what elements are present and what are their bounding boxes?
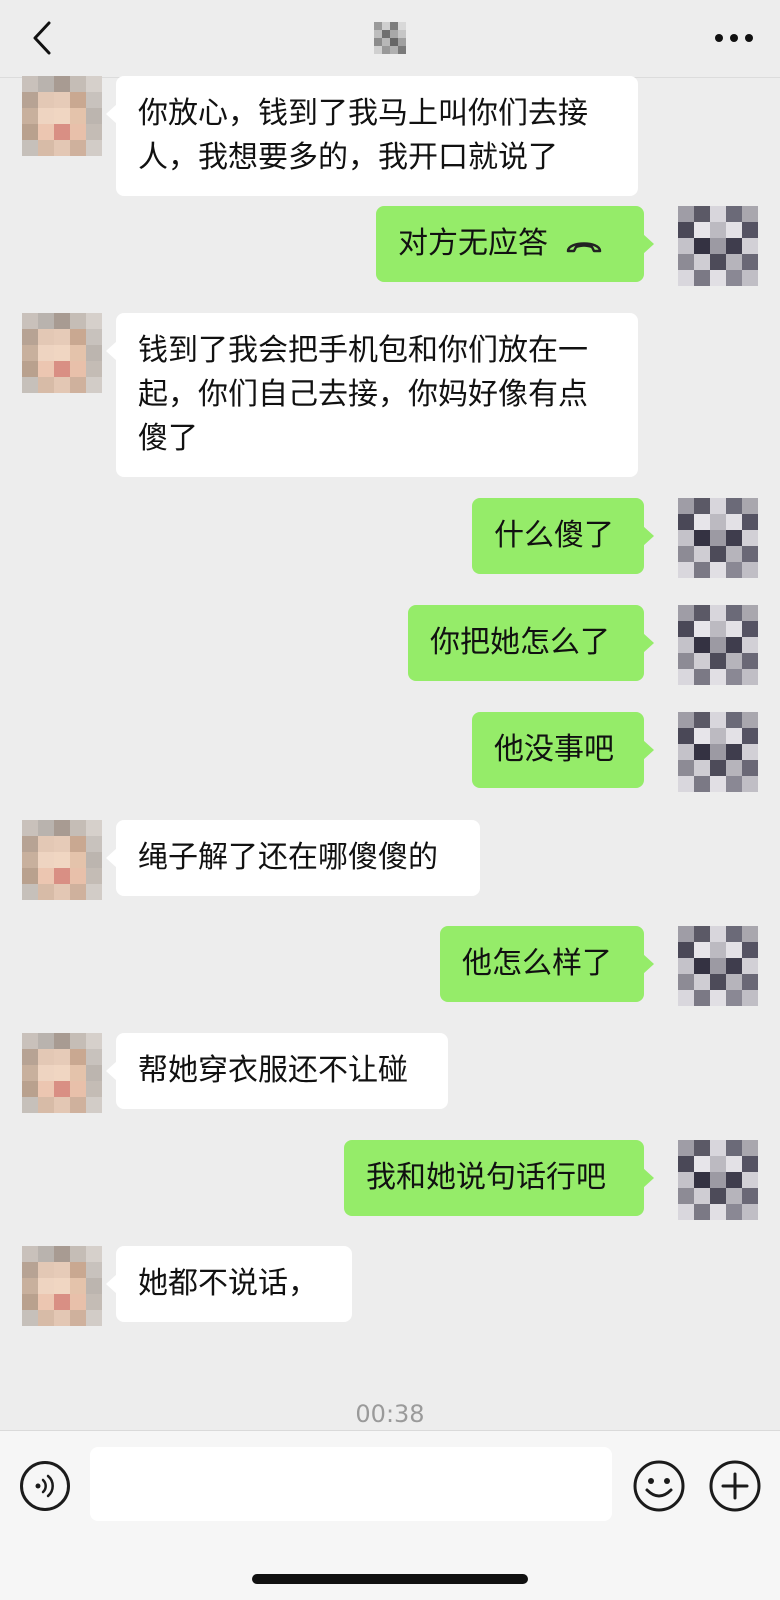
home-indicator[interactable] <box>252 1574 528 1584</box>
my-avatar[interactable] <box>678 206 758 286</box>
contact-avatar[interactable] <box>22 820 102 900</box>
message-text: 钱到了我会把手机包和你们放在一起，你们自己去接，你妈好像有点傻了 <box>138 333 588 456</box>
message-text: 她都不说话， <box>138 1266 318 1301</box>
voice-button[interactable] <box>20 1461 70 1511</box>
message-bubble-outgoing[interactable]: 他没事吧 <box>472 712 654 788</box>
contact-avatar[interactable] <box>22 1246 102 1326</box>
emoji-icon <box>633 1460 685 1512</box>
contact-avatar[interactable] <box>22 1033 102 1113</box>
message-text: 你把她怎么了 <box>430 625 610 660</box>
emoji-button[interactable] <box>632 1459 686 1513</box>
message-text: 对方无应答 <box>398 226 548 261</box>
message-bubble-outgoing[interactable]: 他怎么样了 <box>440 926 654 1002</box>
contact-avatar[interactable] <box>22 313 102 393</box>
call-duration-timestamp: 00:38 <box>355 1400 425 1428</box>
chevron-left-icon <box>33 21 51 55</box>
message-text: 帮她穿衣服还不让碰 <box>138 1053 408 1088</box>
message-bubble-outgoing[interactable]: 对方无应答 <box>376 206 654 282</box>
chat-header <box>0 0 780 78</box>
message-bubble-incoming[interactable]: 她都不说话， <box>106 1246 352 1322</box>
message-bubble-outgoing[interactable]: 你把她怎么了 <box>408 605 654 681</box>
voice-icon <box>35 1474 54 1498</box>
plus-icon <box>709 1460 761 1512</box>
chat-title-pixelated <box>374 22 406 54</box>
my-avatar[interactable] <box>678 498 758 578</box>
message-text: 你放心，钱到了我马上叫你们去接人，我想要多的，我开口就说了 <box>138 96 588 175</box>
message-text: 什么傻了 <box>494 518 614 553</box>
message-bubble-incoming[interactable]: 绳子解了还在哪傻傻的 <box>106 820 480 896</box>
contact-avatar[interactable] <box>22 76 102 156</box>
message-input[interactable] <box>90 1447 612 1521</box>
message-bubble-incoming[interactable]: 钱到了我会把手机包和你们放在一起，你们自己去接，你妈好像有点傻了 <box>106 313 638 477</box>
message-text: 他怎么样了 <box>462 946 612 981</box>
message-bubble-incoming[interactable]: 帮她穿衣服还不让碰 <box>106 1033 448 1109</box>
call-declined-icon <box>566 241 602 252</box>
my-avatar[interactable] <box>678 605 758 685</box>
message-text: 我和她说句话行吧 <box>366 1160 606 1195</box>
my-avatar[interactable] <box>678 712 758 792</box>
message-text: 他没事吧 <box>494 732 614 767</box>
more-dots-icon <box>715 34 753 42</box>
more-button[interactable] <box>710 22 758 54</box>
my-avatar[interactable] <box>678 926 758 1006</box>
more-features-button[interactable] <box>708 1459 762 1513</box>
message-bubble-incoming[interactable]: 你放心，钱到了我马上叫你们去接人，我想要多的，我开口就说了 <box>106 76 638 196</box>
my-avatar[interactable] <box>678 1140 758 1220</box>
message-bubble-outgoing[interactable]: 什么傻了 <box>472 498 654 574</box>
message-bubble-outgoing[interactable]: 我和她说句话行吧 <box>344 1140 654 1216</box>
message-text: 绳子解了还在哪傻傻的 <box>138 840 438 875</box>
back-button[interactable] <box>22 14 62 62</box>
